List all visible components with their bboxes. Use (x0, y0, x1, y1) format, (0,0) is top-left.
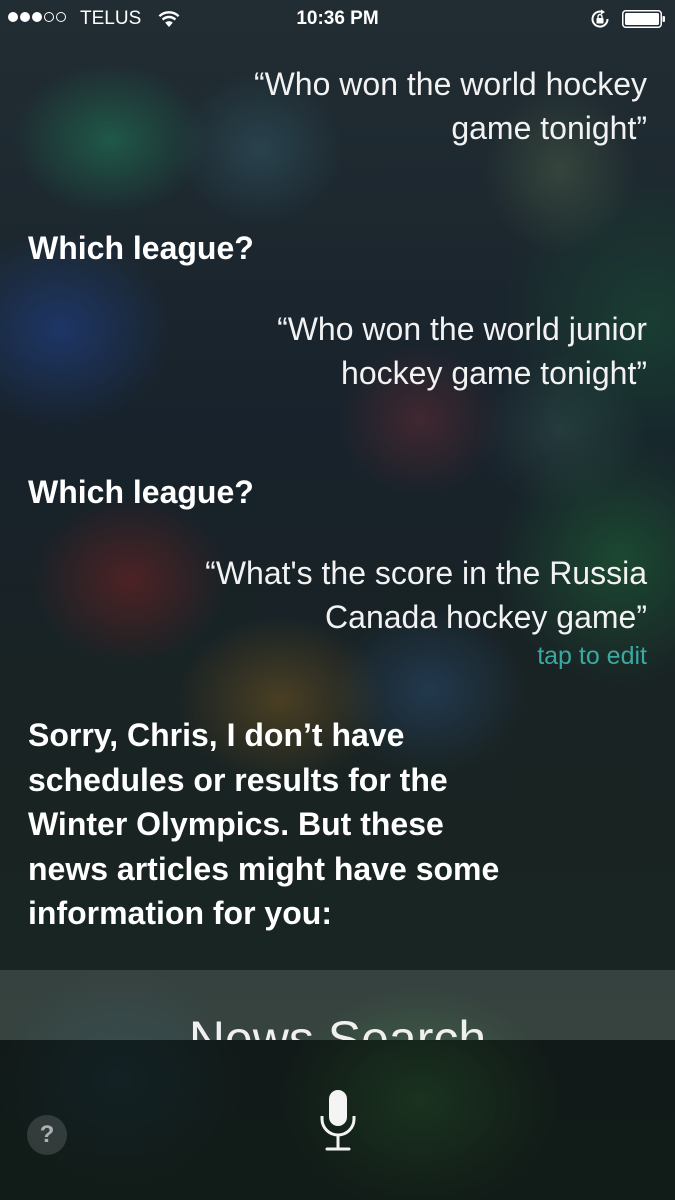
response-line: Which league? (28, 474, 254, 510)
response-line: Sorry, Chris, I don’t have (28, 717, 405, 753)
status-bar: TELUS 10:36 PM (0, 0, 675, 40)
utterance-line: “What's the score in the Russia (205, 555, 647, 591)
news-search-card[interactable]: News Search (0, 970, 675, 1040)
utterance-line: “Who won the world hockey (253, 66, 647, 102)
tap-to-edit-link[interactable]: tap to edit (537, 642, 647, 671)
utterance-line: game tonight” (451, 110, 647, 146)
microphone-icon[interactable] (318, 1088, 358, 1154)
response-line: information for you: (28, 895, 332, 931)
siri-screen: TELUS 10:36 PM “Who won the world hockey… (0, 0, 675, 1200)
status-time: 10:36 PM (296, 8, 379, 29)
user-utterance[interactable]: “Who won the world junior hockey game to… (277, 307, 647, 395)
response-line: news articles might have some (28, 850, 500, 887)
utterance-line: “Who won the world junior (277, 311, 647, 347)
siri-response: Which league? (28, 470, 254, 515)
utterance-line: hockey game tonight” (341, 355, 647, 391)
news-card-title: News Search (188, 1011, 487, 1040)
user-utterance[interactable]: “What's the score in the Russia Canada h… (205, 551, 647, 639)
utterance-line: Canada hockey game” (325, 599, 647, 635)
response-line: Winter Olympics. But these (28, 806, 444, 842)
user-utterance[interactable]: “Who won the world hockey game tonight” (254, 62, 647, 150)
response-line: Which league? (28, 230, 254, 266)
rotation-lock-icon (591, 9, 609, 28)
siri-response: Which league? (28, 226, 254, 271)
battery-icon (622, 10, 665, 28)
siri-response: Sorry, Chris, I don’t have schedules or … (28, 713, 499, 936)
response-line: schedules or results for the (28, 761, 448, 798)
help-button[interactable]: ? (27, 1115, 67, 1155)
